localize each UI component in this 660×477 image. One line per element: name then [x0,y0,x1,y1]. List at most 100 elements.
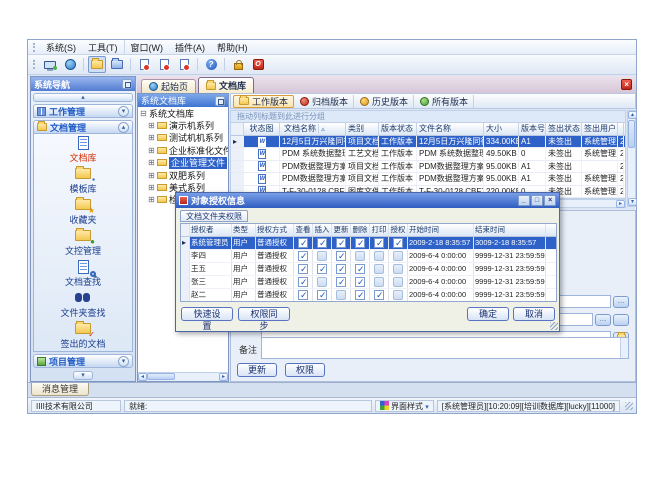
tree-node[interactable]: ⊞ 企业标准化文件 [138,144,228,156]
column-header[interactable]: 签出用户 [582,123,618,135]
tab-history-version[interactable]: 历史版本 [355,95,414,108]
print-checkbox[interactable] [374,238,384,248]
globe-button[interactable] [61,56,79,73]
small-button[interactable] [613,314,629,326]
print-checkbox[interactable] [374,290,384,300]
insert-checkbox[interactable] [317,264,327,274]
grant-checkbox[interactable] [393,290,403,300]
sidebar-scroll-up[interactable]: ▴ [33,93,133,102]
column-header[interactable]: 删除 [351,224,370,236]
expand-icon[interactable]: ⊞ [148,158,157,167]
grant-checkbox[interactable] [393,238,403,248]
scroll-right-icon[interactable]: ▸ [219,373,228,381]
update-checkbox[interactable] [336,238,346,248]
column-header[interactable]: 更新 [332,224,351,236]
tree-horizontal-scrollbar[interactable]: ◂ ▸ [138,372,228,381]
view-checkbox[interactable] [298,238,308,248]
column-header[interactable]: 文件名称 [417,123,484,135]
view-checkbox[interactable] [298,290,308,300]
maximize-icon[interactable]: □ [531,195,543,206]
help-button[interactable]: ? [202,56,220,73]
permission-row[interactable]: ▸ 李四 用户 普通授权 2009-6-4 0:00:00 9999-12-31… [181,250,556,263]
scroll-down-icon[interactable]: ▾ [628,198,637,206]
exit-button[interactable]: O [249,56,267,73]
table-row[interactable]: ▸ PDM数据整理方案.doc 项目文档 工作版本 PDM数据整理方案.doc … [231,161,625,173]
insert-checkbox[interactable] [317,238,327,248]
sidebar-scroll-down[interactable]: ▾ [73,371,93,380]
update-checkbox[interactable] [336,251,346,261]
column-header[interactable]: 类型 [232,224,256,236]
table-row[interactable]: ▸ PDM 系统数据整理检... 工艺文档 工作版本 PDM 系统数据整理...… [231,148,625,160]
expand-icon[interactable]: ⊞ [148,171,157,180]
scrollbar-thumb[interactable] [628,120,635,148]
insert-checkbox[interactable] [317,251,327,261]
scroll-right-icon[interactable]: ▸ [616,200,625,208]
view-checkbox[interactable] [298,277,308,287]
expand-icon[interactable]: ⊞ [148,195,157,204]
delete-checkbox[interactable] [355,290,365,300]
permission-row[interactable]: ▸ 系统管理员 用户 普通授权 2009-2-18 8:35:57 3009-2… [181,237,556,250]
column-header[interactable]: 查看 [294,224,313,236]
tab-archive-version[interactable]: 归档版本 [295,95,354,108]
menu-item[interactable]: 窗口(W) [124,40,170,55]
minimize-icon[interactable]: _ [518,195,530,206]
remark-textarea[interactable] [261,337,629,359]
computer-button[interactable] [41,56,59,73]
update-checkbox[interactable] [336,277,346,287]
tab-work-version[interactable]: 工作版本 [233,95,294,108]
lock-button[interactable] [229,56,247,73]
delete-checkbox[interactable] [355,264,365,274]
tab-folder-permissions[interactable]: 文档文件夹权限 [180,210,248,222]
update-checkbox[interactable] [336,290,346,300]
tree-node[interactable]: ⊞ 演示机系列 [138,119,228,131]
column-header[interactable]: 结束时间 [474,224,546,236]
permission-button[interactable]: 权限 [285,363,325,377]
tree-node[interactable]: ⊞ 双肥系列 [138,169,228,181]
toolbar-grip[interactable] [33,60,37,69]
collapse-icon[interactable]: ⊟ [140,109,149,118]
close-icon[interactable]: × [544,195,556,206]
insert-checkbox[interactable] [317,277,327,287]
doc-delete-button[interactable] [135,56,153,73]
sidebar-group-document[interactable]: 文档管理 ▴ [33,120,133,134]
scrollbar-thumb[interactable] [147,373,175,380]
print-checkbox[interactable] [374,264,384,274]
scroll-up-icon[interactable]: ▴ [628,111,637,119]
table-row[interactable]: ▸ PDM数据整理方案2.doc 项目文档 工作版本 PDM数据整理方案2.do… [231,173,625,185]
expand-icon[interactable]: ⊞ [148,133,157,142]
column-header[interactable]: 大小 [484,123,519,135]
ok-button[interactable]: 确定 [467,307,509,321]
remark-scrollbar[interactable] [620,338,628,358]
sidebar-group-work[interactable]: 工作管理 ▾ [33,104,133,118]
tree-node[interactable]: ⊞ 企业管理文件 [138,157,228,169]
pin-icon[interactable] [122,79,132,89]
column-header[interactable]: 授权方式 [256,224,294,236]
print-checkbox[interactable] [374,277,384,287]
menu-item[interactable]: 工具(T) [82,40,124,55]
sidebar-item-doc-search[interactable]: 文档查找 [34,258,132,289]
sidebar-group-project[interactable]: 项目管理 ▾ [33,354,133,368]
menu-item[interactable]: 插件(A) [169,40,211,55]
column-header[interactable]: 类别 [346,123,379,135]
delete-checkbox[interactable] [355,238,365,248]
tab-start-page[interactable]: 起始页 [141,79,196,93]
quick-setup-button[interactable]: 快速设置 [181,307,233,321]
ellipsis-button[interactable]: … [613,296,629,308]
table-row[interactable]: ▸ 12月5日万兴隆同行... 项目文档 工作版本 12月5日万兴隆同行... … [231,136,625,148]
update-checkbox[interactable] [336,264,346,274]
scroll-left-icon[interactable]: ◂ [138,373,147,381]
column-header[interactable]: 签出状态 [546,123,582,135]
grant-checkbox[interactable] [393,251,403,261]
column-header[interactable]: 授权者 [190,224,232,236]
doc-flag-button[interactable] [175,56,193,73]
open-folder-button[interactable] [88,56,106,73]
resize-grip[interactable] [625,402,633,410]
column-header[interactable]: 开始时间 [408,224,474,236]
sidebar-item-folder-search[interactable]: 文件夹查找 [34,289,132,320]
chevron-down-icon[interactable]: ▾ [118,106,129,117]
column-header[interactable]: 状态图 [244,123,280,135]
dialog-title-bar[interactable]: 对象授权信息 _ □ × [176,193,559,208]
permission-row[interactable]: ▸ 张三 用户 普通授权 2009-6-4 0:00:00 9999-12-31… [181,276,556,289]
tree-node[interactable]: ⊞ 测试机机系列 [138,132,228,144]
print-checkbox[interactable] [374,251,384,261]
